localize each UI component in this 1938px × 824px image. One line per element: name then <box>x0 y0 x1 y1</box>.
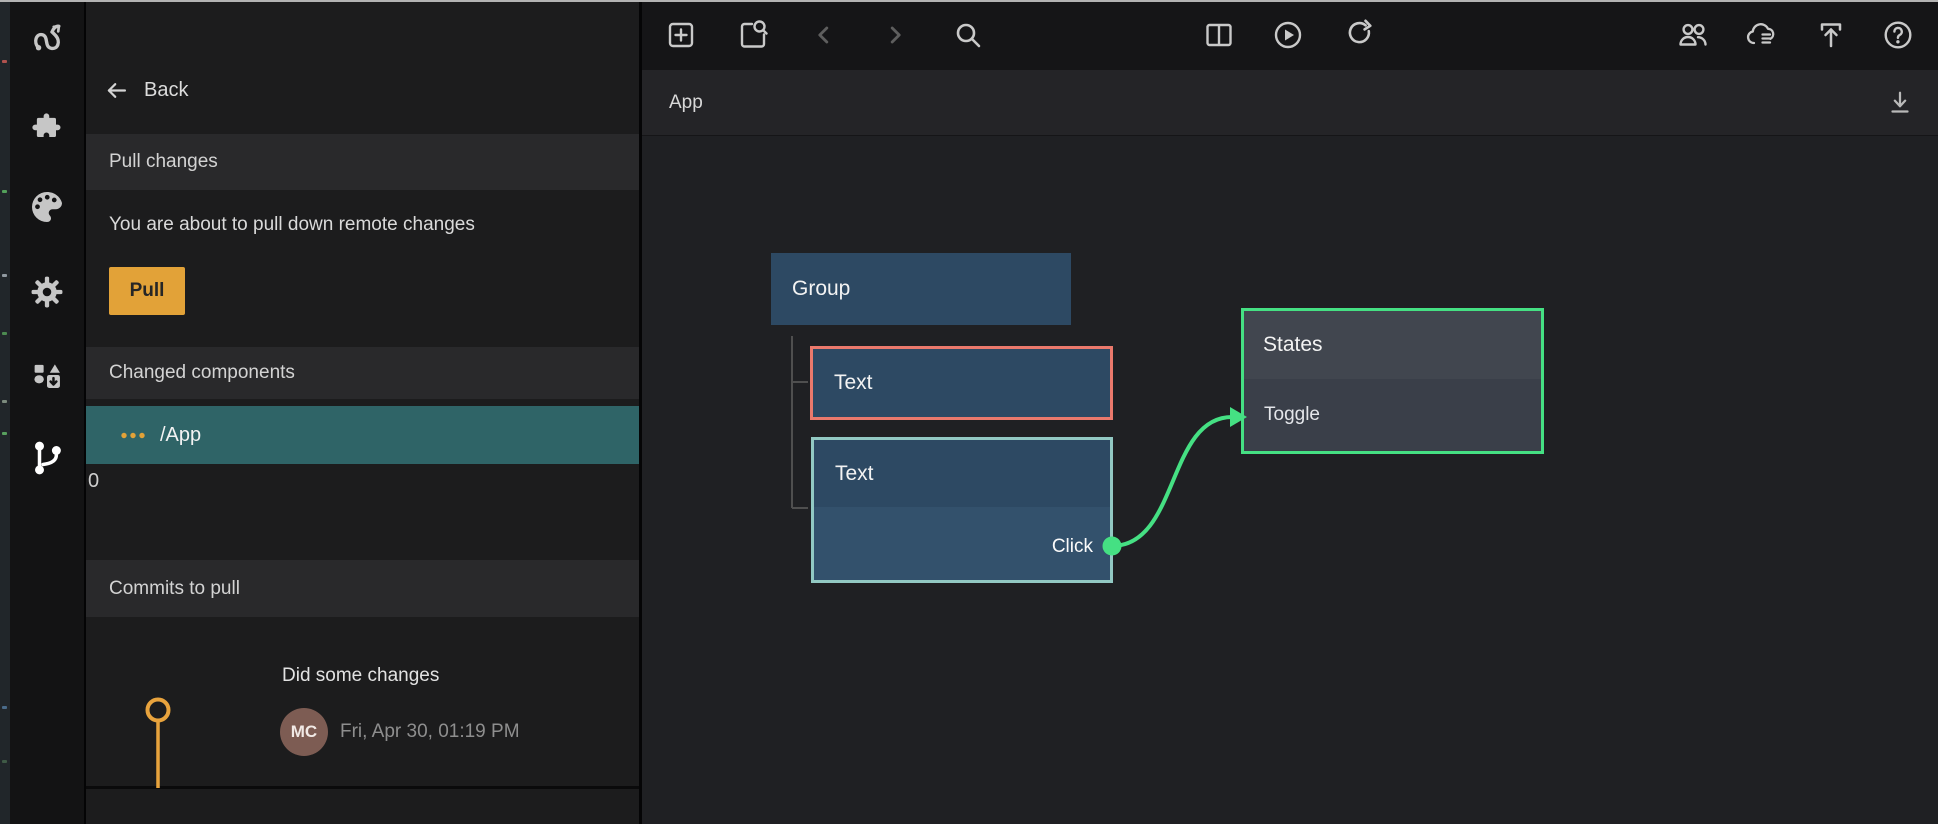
ellipsis-icon <box>120 431 147 440</box>
node-title: States <box>1244 333 1323 357</box>
collaborators-icon[interactable] <box>1677 19 1709 51</box>
node-title-section: States <box>1244 311 1541 379</box>
refresh-icon[interactable] <box>1344 19 1376 51</box>
pull-section-body: You are about to pull down remote change… <box>86 190 639 347</box>
pull-button[interactable]: Pull <box>109 267 185 315</box>
search-icon[interactable] <box>952 19 984 51</box>
deploy-icon[interactable] <box>1815 19 1847 51</box>
minimap-tick <box>2 190 7 193</box>
editor-area: App Group Text Text Cli <box>642 0 1938 824</box>
pull-button-label: Pull <box>130 280 165 302</box>
commit-message[interactable]: Did some changes <box>282 665 439 687</box>
section-header-changed-components: Changed components <box>86 347 639 399</box>
commit-list: Did some changes MC Fri, Apr 30, 01:19 P… <box>86 617 639 786</box>
node-title: Text <box>814 462 874 486</box>
commit-graph-icon <box>139 697 179 789</box>
section-header-pull-changes: Pull changes <box>86 134 639 190</box>
signal-connection-wire[interactable] <box>1112 417 1232 546</box>
activity-bar <box>10 0 86 824</box>
breadcrumb[interactable]: App <box>669 92 703 114</box>
back-button[interactable]: Back <box>86 74 639 106</box>
minimap-strip <box>0 0 10 824</box>
component-header-bar: App <box>642 70 1938 136</box>
help-icon[interactable] <box>1882 19 1914 51</box>
node-states[interactable]: States Toggle <box>1241 308 1544 454</box>
app-window: Back Pull changes You are about to pull … <box>0 0 1938 824</box>
minimap-tick <box>2 432 7 435</box>
node-ports-section: Click <box>814 507 1110 580</box>
minimap-tick <box>2 400 7 403</box>
node-title-section: Text <box>814 440 1110 507</box>
navigate-forward-icon[interactable] <box>879 19 911 51</box>
cloud-services-icon[interactable] <box>1744 19 1776 51</box>
node-text-conflict[interactable]: Text <box>810 346 1113 420</box>
minimap-tick <box>2 332 7 335</box>
noodl-logo-icon[interactable] <box>25 15 69 59</box>
component-search-icon[interactable] <box>737 19 769 51</box>
styles-palette-icon[interactable] <box>25 185 69 229</box>
marketplace-shapes-icon[interactable] <box>25 353 69 397</box>
changed-component-item[interactable]: /App <box>86 406 639 464</box>
commit-author-avatar: MC <box>280 708 328 756</box>
settings-gear-icon[interactable] <box>25 270 69 314</box>
back-arrow-icon <box>103 77 130 104</box>
state-label: Toggle <box>1264 404 1320 426</box>
canvas-toolbar <box>642 0 1938 70</box>
node-title: Group <box>771 277 850 301</box>
window-top-edge <box>0 0 1938 2</box>
version-control-branch-icon[interactable] <box>25 436 69 480</box>
avatar-initials: MC <box>291 722 317 742</box>
split-view-icon[interactable] <box>1203 19 1235 51</box>
navigate-back-icon[interactable] <box>808 19 840 51</box>
state-row-toggle[interactable]: Toggle <box>1244 379 1541 451</box>
section-title: Commits to pull <box>109 578 240 600</box>
minimap-tick <box>2 706 7 709</box>
minimap-tick <box>2 760 7 763</box>
commit-timestamp: Fri, Apr 30, 01:19 PM <box>340 720 520 744</box>
stray-counter-text: 0 <box>86 469 639 493</box>
section-title: Changed components <box>109 362 295 384</box>
back-label: Back <box>144 79 188 102</box>
tree-connector-lines <box>792 336 808 508</box>
node-text-selected[interactable]: Text Click <box>811 437 1113 583</box>
node-graph-canvas[interactable]: Group Text Text Click States Toggle <box>642 136 1938 824</box>
component-path-label: /App <box>160 424 201 447</box>
output-port-label[interactable]: Click <box>1052 536 1093 558</box>
minimap-tick <box>2 60 7 63</box>
download-icon[interactable] <box>1884 87 1916 119</box>
section-header-commits-to-pull: Commits to pull <box>86 560 639 617</box>
node-group[interactable]: Group <box>771 253 1071 325</box>
add-node-icon[interactable] <box>665 19 697 51</box>
section-title: Pull changes <box>109 151 218 173</box>
preview-play-icon[interactable] <box>1272 19 1304 51</box>
minimap-tick <box>2 274 7 277</box>
pull-message: You are about to pull down remote change… <box>109 212 639 238</box>
plugins-icon[interactable] <box>25 106 69 150</box>
version-control-panel: Back Pull changes You are about to pull … <box>86 0 642 824</box>
node-title: Text <box>813 371 873 395</box>
